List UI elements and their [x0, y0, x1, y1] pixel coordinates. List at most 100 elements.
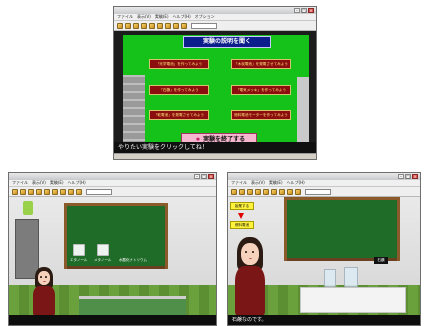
folder-icon[interactable] [36, 188, 42, 195]
eye [40, 276, 42, 278]
folder-icon[interactable] [76, 188, 82, 195]
folder-icon[interactable] [141, 22, 147, 29]
lab-table [79, 296, 186, 315]
folder-icon[interactable] [44, 188, 50, 195]
caption-bar: 石鹸なのです。 [228, 315, 420, 325]
status-bar [114, 153, 316, 159]
folder-icon[interactable] [271, 188, 277, 195]
screenshot-collage: – □ × ファイル 表示(V) 実験(E) ヘルプ(H) オプション 実験の説… [0, 0, 428, 326]
close-icon[interactable]: × [208, 174, 214, 179]
folder-icon[interactable] [157, 22, 163, 29]
folder-icon[interactable] [255, 188, 261, 195]
folder-icon[interactable] [52, 188, 58, 195]
caption-bar [9, 315, 216, 325]
menu-item-experiment[interactable]: 実験(E) [155, 14, 169, 20]
lab-table [300, 287, 406, 313]
menu-bar: ファイル 表示(V) 実験(E) ヘルプ(H) [9, 180, 216, 187]
maximize-icon[interactable]: □ [405, 174, 411, 179]
beaker[interactable] [324, 269, 336, 287]
experiment-stage: 実験の説明を聞く 「光学電池」を作ってみよう 「木炭電池」を発電させてみよう 「… [114, 31, 316, 159]
menu-item-options[interactable]: オプション [195, 14, 215, 20]
folder-icon[interactable] [149, 22, 155, 29]
mouth [248, 258, 252, 259]
menu-item-view[interactable]: 表示(V) [137, 14, 151, 20]
folder-icon[interactable] [68, 188, 74, 195]
folder-icon[interactable] [60, 188, 66, 195]
methanol-jar[interactable] [97, 244, 109, 256]
minimize-icon[interactable]: – [294, 8, 300, 13]
menu-item-view[interactable]: 表示(V) [32, 180, 46, 186]
folder-icon[interactable] [279, 188, 285, 195]
folder-icon[interactable] [173, 22, 179, 29]
folder-icon[interactable] [247, 188, 253, 195]
menu-item-help[interactable]: ヘルプ(H) [68, 180, 86, 186]
background-shelf [123, 75, 145, 147]
folder-icon[interactable] [231, 188, 237, 195]
fuel-cell-button[interactable]: 燃料電池 [230, 221, 254, 229]
experiment-menu-window: – □ × ファイル 表示(V) 実験(E) ヘルプ(H) オプション 実験の説… [113, 6, 317, 160]
close-icon[interactable]: × [308, 8, 314, 13]
folder-icon[interactable] [287, 188, 293, 195]
folder-icon[interactable] [125, 22, 131, 29]
menu-item-experiment[interactable]: 実験(E) [50, 180, 64, 186]
folder-icon[interactable] [239, 188, 245, 195]
ethanol-jar[interactable] [73, 244, 85, 256]
menu-item-file[interactable]: ファイル [231, 180, 247, 186]
menu-bar: ファイル 表示(V) 実験(E) ヘルプ(H) オプション [114, 14, 316, 21]
minimize-icon[interactable]: – [398, 174, 404, 179]
folder-icon[interactable] [117, 22, 123, 29]
maximize-icon[interactable]: □ [301, 8, 307, 13]
close-icon[interactable]: × [412, 174, 418, 179]
toolbar [228, 187, 420, 197]
toolbar-select[interactable] [191, 22, 217, 29]
classroom-scene: エタノール メタノール 水酸化ナトリウム [9, 197, 216, 325]
minimize-icon[interactable]: – [194, 174, 200, 179]
sodium-hydroxide-label: 水酸化ナトリウム [119, 258, 147, 262]
title-bar[interactable]: – □ × [228, 173, 420, 180]
classroom-window-right: – □ × ファイル 表示(V) 実験(E) ヘルプ(H) 始業する 燃料電池 … [227, 172, 421, 326]
chalkboard: エタノール メタノール 水酸化ナトリウム [64, 203, 168, 269]
title-bar[interactable]: – □ × [114, 7, 316, 14]
toolbar-select[interactable] [305, 188, 331, 195]
menu-item-experiment[interactable]: 実験(E) [269, 180, 283, 186]
start-class-button[interactable]: 始業する [230, 202, 254, 210]
eye [252, 251, 254, 253]
experiment-menu-panel: 実験の説明を聞く 「光学電池」を作ってみよう 「木炭電池」を発電させてみよう 「… [123, 35, 309, 147]
experiment-button-3[interactable]: 「石鹸」を作ってみよう [149, 85, 209, 95]
experiment-button-6[interactable]: 燃料電池モーターを作ってみよう [231, 110, 291, 120]
menu-item-file[interactable]: ファイル [12, 180, 28, 186]
presenter-face [241, 243, 259, 265]
experiment-button-5[interactable]: 「乾電池」を発電させてみよう [149, 110, 209, 120]
maximize-icon[interactable]: □ [201, 174, 207, 179]
title-bar[interactable]: – □ × [9, 173, 216, 180]
presenter [230, 237, 270, 317]
folder-icon[interactable] [28, 188, 34, 195]
folder-icon[interactable] [20, 188, 26, 195]
folder-icon[interactable] [12, 188, 18, 195]
experiment-button-2[interactable]: 「木炭電池」を発電させてみよう [231, 59, 291, 69]
beaker[interactable] [344, 267, 358, 287]
menu-item-file[interactable]: ファイル [117, 14, 133, 20]
methanol-label: メタノール [94, 258, 112, 262]
chalk-tray [67, 266, 165, 269]
folder-icon[interactable] [263, 188, 269, 195]
experiment-button-1[interactable]: 「光学電池」を作ってみよう [149, 59, 209, 69]
experiment-button-4[interactable]: 「電気メッキ」を作ってみよう [231, 85, 291, 95]
arrow-down-icon [238, 213, 244, 219]
presenter-face [38, 271, 50, 285]
presenter-body [33, 286, 55, 316]
folder-icon[interactable] [165, 22, 171, 29]
menu-item-view[interactable]: 表示(V) [251, 180, 265, 186]
menu-item-help[interactable]: ヘルプ(H) [287, 180, 305, 186]
folder-icon[interactable] [295, 188, 301, 195]
toolbar-select[interactable] [86, 188, 112, 195]
explain-experiment-button[interactable]: 実験の説明を聞く [183, 36, 271, 48]
classroom-window-left: – □ × ファイル 表示(V) 実験(E) ヘルプ(H) エタノール メタノー… [8, 172, 217, 326]
menu-item-help[interactable]: ヘルプ(H) [173, 14, 191, 20]
toolbar [114, 21, 316, 31]
toolbar [9, 187, 216, 197]
folder-icon[interactable] [181, 22, 187, 29]
folder-icon[interactable] [133, 22, 139, 29]
ethanol-label: エタノール [70, 258, 88, 262]
chalkboard [284, 197, 400, 261]
